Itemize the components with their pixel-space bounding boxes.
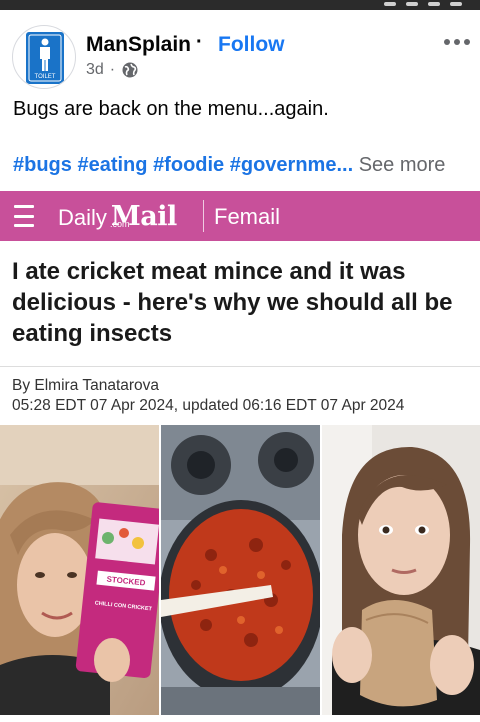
bottom-strip	[0, 715, 480, 722]
hashtag[interactable]: #bugs	[13, 154, 72, 176]
article-dateline: 05:28 EDT 07 Apr 2024, updated 06:16 EDT…	[12, 397, 405, 414]
status-bar	[0, 0, 480, 10]
article-headline[interactable]: I ate cricket meat mince and it was deli…	[12, 256, 474, 349]
photo-cricket-mince-pan	[161, 425, 320, 715]
post-time[interactable]: 3d	[86, 61, 104, 79]
article-photo-strip[interactable]: STOCKED CHILLI CON CRICKET	[0, 425, 480, 715]
globe-icon	[122, 62, 138, 78]
hashtag[interactable]: #eating	[77, 154, 147, 176]
truncation-ellipsis: ...	[336, 154, 354, 176]
site-logo-daily: Daily	[58, 205, 107, 230]
photo-woman-with-packet: STOCKED CHILLI CON CRICKET	[0, 425, 159, 715]
header-divider	[203, 200, 204, 232]
hamburger-menu-icon[interactable]	[14, 205, 34, 227]
post-caption: Bugs are back on the menu...again.	[13, 98, 329, 120]
meta-separator: ·	[109, 61, 116, 78]
name-separator: ·	[196, 31, 203, 53]
avatar-text: TOILET	[35, 74, 56, 80]
status-icons	[312, 0, 462, 8]
toilet-sign-icon: TOILET	[26, 32, 64, 84]
follow-button[interactable]: Follow	[218, 33, 285, 57]
divider	[0, 366, 480, 367]
site-logo-domain: .com	[110, 219, 130, 229]
hashtag[interactable]: #governme	[230, 154, 337, 176]
avatar[interactable]: TOILET	[12, 25, 76, 89]
post-header: TOILET ManSplain · Follow 3d ·	[0, 18, 480, 92]
post-meta: 3d ·	[86, 61, 139, 79]
more-options-icon[interactable]	[444, 36, 470, 48]
article-site-header: Daily Mail .com Femail	[0, 191, 480, 241]
article-byline: By Elmira Tanatarova	[12, 377, 160, 394]
see-more-link[interactable]: See more	[359, 154, 446, 176]
photo-woman-eating-wrap	[322, 425, 480, 715]
hashtag[interactable]: #foodie	[153, 154, 224, 176]
author-name[interactable]: ManSplain	[86, 33, 191, 57]
hashtag-line: #bugs #eating #foodie #governme... See m…	[13, 154, 445, 177]
section-label[interactable]: Femail	[214, 204, 280, 230]
